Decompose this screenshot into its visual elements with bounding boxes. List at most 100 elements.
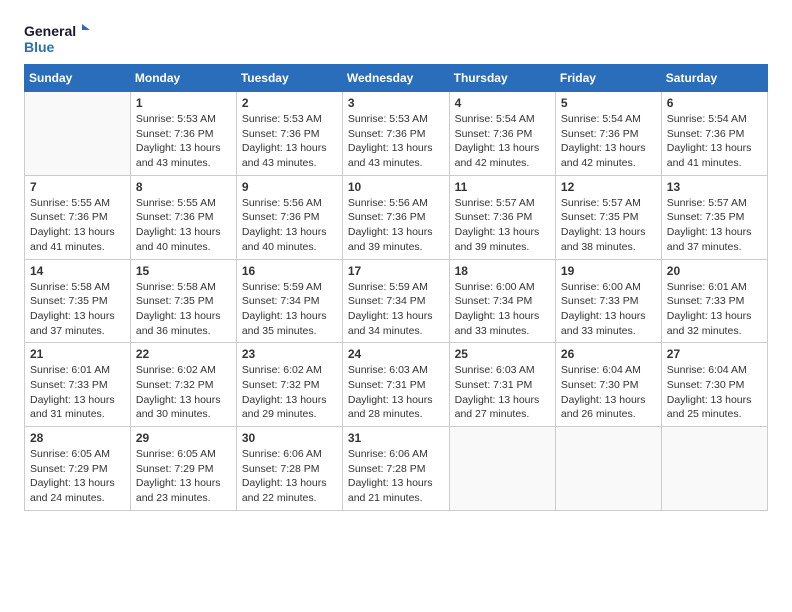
day-number: 5 bbox=[561, 96, 656, 110]
cell-info-line: Sunrise: 5:55 AM bbox=[30, 196, 125, 211]
cell-info-line: Sunset: 7:29 PM bbox=[136, 462, 231, 477]
cell-info-line: Sunrise: 6:03 AM bbox=[455, 363, 550, 378]
calendar-cell: 13Sunrise: 5:57 AMSunset: 7:35 PMDayligh… bbox=[661, 175, 767, 259]
day-number: 3 bbox=[348, 96, 444, 110]
cell-info-line: Sunset: 7:32 PM bbox=[136, 378, 231, 393]
cell-info-line: and 32 minutes. bbox=[667, 324, 762, 339]
calendar-cell: 14 Sunrise: 5:58 AMSunset: 7:35 PMDayligh… bbox=[25, 259, 131, 343]
cell-info-line: Sunset: 7:36 PM bbox=[136, 210, 231, 225]
day-number: 14 bbox=[30, 264, 125, 278]
cell-info-line: Sunrise: 6:04 AM bbox=[667, 363, 762, 378]
cell-info-line: Sunrise: 6:02 AM bbox=[136, 363, 231, 378]
cell-info-line: Sunset: 7:31 PM bbox=[348, 378, 444, 393]
cell-info-line: Sunset: 7:35 PM bbox=[667, 210, 762, 225]
cell-info-line: Sunrise: 5:56 AM bbox=[348, 196, 444, 211]
cell-info-line: Daylight: 13 hours bbox=[242, 476, 337, 491]
calendar-cell: 31Sunrise: 6:06 AMSunset: 7:28 PMDayligh… bbox=[342, 427, 449, 511]
day-number: 20 bbox=[667, 264, 762, 278]
cell-info-line: Sunrise: 6:00 AM bbox=[455, 280, 550, 295]
cell-info-line: and 30 minutes. bbox=[136, 407, 231, 422]
cell-info-line: Sunrise: 5:56 AM bbox=[242, 196, 337, 211]
cell-info-line: and 42 minutes. bbox=[455, 156, 550, 171]
calendar-cell: 16Sunrise: 5:59 AMSunset: 7:34 PMDayligh… bbox=[236, 259, 342, 343]
cell-info-line: Sunset: 7:35 PM bbox=[30, 294, 125, 309]
cell-info-line: Sunset: 7:33 PM bbox=[30, 378, 125, 393]
cell-info-line: Sunset: 7:31 PM bbox=[455, 378, 550, 393]
cell-info-line: Sunrise: 5:57 AM bbox=[455, 196, 550, 211]
cell-info-line: Sunset: 7:34 PM bbox=[455, 294, 550, 309]
calendar-header-wednesday: Wednesday bbox=[342, 65, 449, 92]
cell-info-line: Daylight: 13 hours bbox=[136, 225, 231, 240]
cell-info-line: Daylight: 13 hours bbox=[30, 393, 125, 408]
calendar-cell: 7Sunrise: 5:55 AMSunset: 7:36 PMDaylight… bbox=[25, 175, 131, 259]
cell-info-line: Daylight: 13 hours bbox=[561, 225, 656, 240]
calendar-week-row: 21Sunrise: 6:01 AMSunset: 7:33 PMDayligh… bbox=[25, 343, 768, 427]
cell-info-line: Daylight: 13 hours bbox=[30, 309, 125, 324]
cell-info-line: Sunrise: 5:59 AM bbox=[348, 280, 444, 295]
cell-info-line: Sunset: 7:36 PM bbox=[136, 127, 231, 142]
calendar-header-saturday: Saturday bbox=[661, 65, 767, 92]
cell-info-line: Sunset: 7:33 PM bbox=[667, 294, 762, 309]
calendar-cell: 19Sunrise: 6:00 AMSunset: 7:33 PMDayligh… bbox=[555, 259, 661, 343]
cell-info-line: Sunset: 7:35 PM bbox=[561, 210, 656, 225]
cell-info-line: Daylight: 13 hours bbox=[136, 141, 231, 156]
cell-info-line: Daylight: 13 hours bbox=[348, 476, 444, 491]
cell-info-line: Daylight: 13 hours bbox=[455, 393, 550, 408]
cell-info-line: and 27 minutes. bbox=[455, 407, 550, 422]
calendar-header-thursday: Thursday bbox=[449, 65, 555, 92]
calendar-cell bbox=[449, 427, 555, 511]
calendar-cell: 5Sunrise: 5:54 AMSunset: 7:36 PMDaylight… bbox=[555, 92, 661, 176]
cell-info-line: Sunrise: 6:05 AM bbox=[136, 447, 231, 462]
cell-info-line: Sunset: 7:32 PM bbox=[242, 378, 337, 393]
svg-text:General: General bbox=[24, 23, 76, 39]
cell-info-line: and 34 minutes. bbox=[348, 324, 444, 339]
cell-info-line: Sunrise: 6:01 AM bbox=[30, 363, 125, 378]
cell-info-line: and 35 minutes. bbox=[242, 324, 337, 339]
cell-info-line: and 43 minutes. bbox=[242, 156, 337, 171]
cell-info-line: Sunset: 7:30 PM bbox=[667, 378, 762, 393]
calendar-cell: 21 Sunrise: 6:01 AMSunset: 7:33 PMDayligh… bbox=[25, 343, 131, 427]
calendar-cell: 30 Sunrise: 6:06 AMSunset: 7:28 PMDayligh… bbox=[236, 427, 342, 511]
day-number: 27 bbox=[667, 347, 762, 361]
cell-info-line: Daylight: 13 hours bbox=[561, 393, 656, 408]
cell-info-line: Sunrise: 5:53 AM bbox=[242, 112, 337, 127]
cell-info-line: Sunrise: 5:59 AM bbox=[242, 280, 337, 295]
cell-info-line: and 40 minutes. bbox=[242, 240, 337, 255]
cell-info-line: and 26 minutes. bbox=[561, 407, 656, 422]
cell-info-line: Daylight: 13 hours bbox=[455, 309, 550, 324]
cell-info-line: Daylight: 13 hours bbox=[242, 393, 337, 408]
calendar-week-row: 28Sunrise: 6:05 AMSunset: 7:29 PMDayligh… bbox=[25, 427, 768, 511]
cell-info-line: and 33 minutes. bbox=[561, 324, 656, 339]
day-number: 18 bbox=[455, 264, 550, 278]
cell-info-line: Sunrise: 6:06 AM bbox=[242, 447, 337, 462]
cell-info-line: Daylight: 13 hours bbox=[561, 141, 656, 156]
cell-info-line: Daylight: 13 hours bbox=[455, 225, 550, 240]
cell-info-line: Daylight: 13 hours bbox=[348, 393, 444, 408]
cell-info-line: Daylight: 13 hours bbox=[242, 225, 337, 240]
cell-info-line: Sunrise: 5:58 AM bbox=[30, 280, 125, 295]
calendar-cell: 3Sunrise: 5:53 AMSunset: 7:36 PMDaylight… bbox=[342, 92, 449, 176]
cell-info-line: Sunset: 7:36 PM bbox=[561, 127, 656, 142]
calendar-cell: 25Sunrise: 6:03 AMSunset: 7:31 PMDayligh… bbox=[449, 343, 555, 427]
cell-info-line: Sunrise: 5:54 AM bbox=[455, 112, 550, 127]
calendar-cell: 8Sunrise: 5:55 AMSunset: 7:36 PMDaylight… bbox=[130, 175, 236, 259]
cell-info-line: and 43 minutes. bbox=[348, 156, 444, 171]
cell-info-line: Sunrise: 5:53 AM bbox=[348, 112, 444, 127]
svg-text:Blue: Blue bbox=[24, 39, 55, 55]
cell-info-line: Sunrise: 5:55 AM bbox=[136, 196, 231, 211]
cell-info-line: and 24 minutes. bbox=[30, 491, 125, 506]
cell-info-line: Sunrise: 6:06 AM bbox=[348, 447, 444, 462]
day-number: 7 bbox=[30, 180, 125, 194]
cell-info-line: Sunrise: 5:57 AM bbox=[561, 196, 656, 211]
cell-info-line: Sunset: 7:36 PM bbox=[348, 127, 444, 142]
cell-info-line: and 23 minutes. bbox=[136, 491, 231, 506]
day-number: 30 bbox=[242, 431, 337, 445]
day-number: 15 bbox=[136, 264, 231, 278]
cell-info-line: Sunrise: 6:04 AM bbox=[561, 363, 656, 378]
day-number: 21 bbox=[30, 347, 125, 361]
day-number: 31 bbox=[348, 431, 444, 445]
calendar-week-row: 1Sunrise: 5:53 AMSunset: 7:36 PMDaylight… bbox=[25, 92, 768, 176]
cell-info-line: Sunset: 7:28 PM bbox=[242, 462, 337, 477]
cell-info-line: Sunrise: 6:01 AM bbox=[667, 280, 762, 295]
cell-info-line: and 25 minutes. bbox=[667, 407, 762, 422]
